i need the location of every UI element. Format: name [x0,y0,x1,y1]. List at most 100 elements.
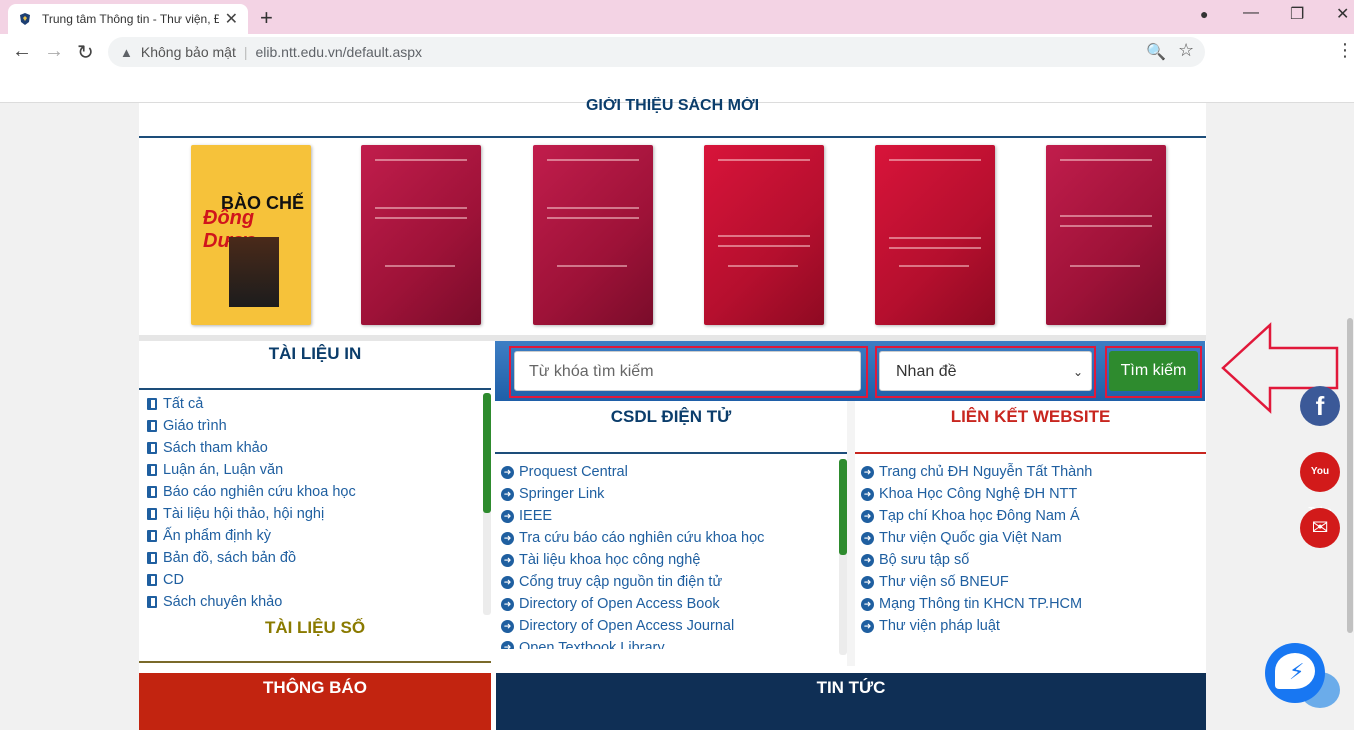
list-item[interactable]: Ấn phẩm định kỳ [147,525,356,547]
list-item[interactable]: ➜ Khoa Học Công Nghệ ĐH NTT [861,483,1092,505]
list-item-label[interactable]: Cổng truy cập nguồn tin điện tử [519,571,722,593]
list-item-label[interactable]: Directory of Open Access Journal [519,615,734,637]
list-item-label[interactable]: Ấn phẩm định kỳ [163,525,271,547]
browser-menu-icon[interactable]: ⋮ [1336,40,1354,61]
book-cover[interactable] [361,145,481,325]
list-item[interactable]: Giáo trình [147,415,356,437]
profile-icon[interactable]: ● [1200,6,1208,22]
lien-ket-list: ➜ Trang chủ ĐH Nguyễn Tất Thành ➜ Khoa Học… [861,461,1092,637]
csdl-scrollbar[interactable] [839,459,847,655]
list-item-label[interactable]: Thư viện pháp luật [879,615,1000,637]
list-item-label[interactable]: Giáo trình [163,415,227,437]
book-cover-bao-che[interactable]: BÀO CHẾ Đông Dược [191,145,311,325]
browser-tab[interactable]: Trung tâm Thông tin - Thư viện, Đ ✕ [8,4,248,34]
list-item[interactable]: ➜ Tài liệu khoa học công nghệ [501,549,764,571]
search-bar: Từ khóa tìm kiếm Nhan đề ⌄ Tìm kiếm [495,341,1205,401]
list-item[interactable]: Tất cả [147,393,356,415]
list-item-label[interactable]: Open Textbook Library [519,637,665,649]
book-cover[interactable] [533,145,653,325]
list-item-label[interactable]: Directory of Open Access Book [519,593,720,615]
book-cover[interactable] [704,145,824,325]
list-item[interactable]: ➜ Thư viện pháp luật [861,615,1092,637]
list-item-label[interactable]: IEEE [519,505,552,527]
book-cover[interactable] [875,145,995,325]
list-item-label[interactable]: Thư viện số BNEUF [879,571,1009,593]
maximize-button[interactable]: ❐ [1290,4,1304,24]
list-item-label[interactable]: Tất cả [163,393,203,415]
list-item[interactable]: ➜ Bộ sưu tập số [861,549,1092,571]
new-tab-button[interactable]: + [260,5,273,31]
search-field-select[interactable]: Nhan đề ⌄ [879,351,1092,391]
book-icon [147,596,157,608]
reload-button[interactable]: ↻ [77,40,94,65]
search-input[interactable]: Từ khóa tìm kiếm [514,351,861,391]
book-cover[interactable] [1046,145,1166,325]
scrollbar-thumb[interactable] [483,393,491,513]
minimize-button[interactable]: — [1243,4,1259,22]
list-item[interactable]: Luận án, Luận văn [147,459,356,481]
lien-ket-heading: LIÊN KẾT WEBSITE [950,407,1111,426]
list-item[interactable]: ➜ Thư viện Quốc gia Việt Nam [861,527,1092,549]
list-item-label[interactable]: Báo cáo nghiên cứu khoa học [163,481,356,503]
list-item[interactable]: ➜ Thư viện số BNEUF [861,571,1092,593]
security-label[interactable]: Không bảo mật [141,44,236,60]
list-item-label[interactable]: Khoa Học Công Nghệ ĐH NTT [879,483,1077,505]
list-item[interactable]: ➜ Open Textbook Library [501,637,764,649]
list-item[interactable]: ➜ Springer Link [501,483,764,505]
column-separator [847,401,855,666]
list-item[interactable]: Sách chuyên khảo [147,591,356,613]
list-item-label[interactable]: Sách chuyên khảo [163,591,282,613]
cover-line [547,207,639,209]
list-item[interactable]: ➜ Directory of Open Access Journal [501,615,764,637]
list-item-label[interactable]: Tài liệu hội thảo, hội nghị [163,503,324,525]
tai-lieu-in-scrollbar[interactable] [483,393,491,615]
facebook-icon[interactable]: f [1300,386,1340,426]
arrow-right-circle-icon: ➜ [501,597,514,611]
forward-button[interactable]: → [44,40,64,63]
list-item-label[interactable]: Tài liệu khoa học công nghệ [519,549,700,571]
close-window-button[interactable]: ✕ [1336,4,1349,24]
scrollbar-thumb[interactable] [839,459,847,555]
list-item[interactable]: ➜ Mạng Thông tin KHCN TP.HCM [861,593,1092,615]
list-item[interactable]: CD [147,569,356,591]
youtube-icon[interactable]: You Tube [1300,452,1340,517]
page-scrollbar[interactable] [1346,103,1354,730]
book-icon [147,486,157,498]
list-item-label[interactable]: Mạng Thông tin KHCN TP.HCM [879,593,1082,615]
list-item-label[interactable]: Tra cứu báo cáo nghiên cứu khoa học [519,527,764,549]
list-item-label[interactable]: Trang chủ ĐH Nguyễn Tất Thành [879,461,1092,483]
cover-line [728,265,798,267]
list-item-label[interactable]: CD [163,569,184,591]
list-item[interactable]: ➜ Tra cứu báo cáo nghiên cứu khoa học [501,527,764,549]
list-item[interactable]: ➜ Cổng truy cập nguồn tin điện tử [501,571,764,593]
list-item-label[interactable]: Sách tham khảo [163,437,268,459]
list-item[interactable]: Bản đồ, sách bản đồ [147,547,356,569]
list-item[interactable]: ➜ Trang chủ ĐH Nguyễn Tất Thành [861,461,1092,483]
search-button[interactable]: Tìm kiếm [1109,351,1198,391]
list-item[interactable]: Sách tham khảo [147,437,356,459]
list-item[interactable]: ➜ Directory of Open Access Book [501,593,764,615]
list-item-label[interactable]: Bản đồ, sách bản đồ [163,547,296,569]
list-item[interactable]: Tài liệu hội thảo, hội nghị [147,503,356,525]
list-item-label[interactable]: Tạp chí Khoa học Đông Nam Á [879,505,1080,527]
cover-line [385,265,455,267]
list-item-label[interactable]: Thư viện Quốc gia Việt Nam [879,527,1062,549]
page-scrollbar-thumb[interactable] [1347,318,1353,633]
list-item-label[interactable]: Luận án, Luận văn [163,459,283,481]
list-item-label[interactable]: Bộ sưu tập số [879,549,969,571]
list-item-label[interactable]: Springer Link [519,483,604,505]
list-item[interactable]: ➜ IEEE [501,505,764,527]
list-item[interactable]: Báo cáo nghiên cứu khoa học [147,481,356,503]
mail-icon[interactable]: ✉ [1300,508,1340,548]
warning-icon[interactable]: ▲ [120,45,133,60]
zoom-icon[interactable]: 🔍 [1146,42,1166,62]
messenger-chat-button[interactable]: ⚡ [1265,643,1325,703]
list-item[interactable]: ➜ Tạp chí Khoa học Đông Nam Á [861,505,1092,527]
back-button[interactable]: ← [12,40,32,63]
list-item[interactable]: ➜ Proquest Central [501,461,764,483]
url-text[interactable]: elib.ntt.edu.vn/default.aspx [255,44,422,60]
address-bar[interactable]: ▲ Không bảo mật | elib.ntt.edu.vn/defaul… [108,37,1205,67]
list-item-label[interactable]: Proquest Central [519,461,628,483]
bookmark-star-icon[interactable]: ☆ [1178,40,1194,61]
tab-close-icon[interactable]: ✕ [225,9,238,29]
